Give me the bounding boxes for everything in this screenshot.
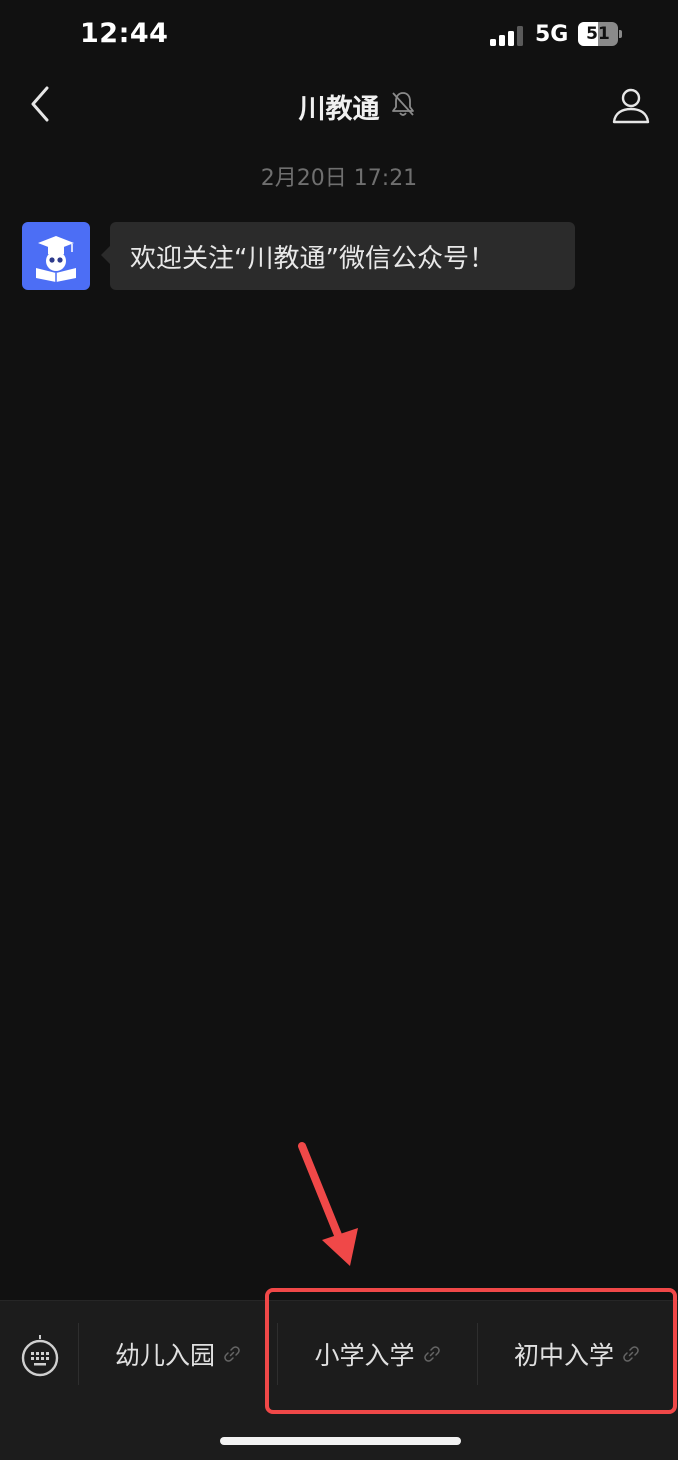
battery-icon: 51 <box>578 22 622 46</box>
keyboard-toggle-button[interactable] <box>18 1331 62 1381</box>
profile-button[interactable] <box>608 82 654 128</box>
battery-level: 51 <box>586 24 610 44</box>
account-avatar[interactable] <box>22 222 90 290</box>
message-timestamp: 2月20日 17:21 <box>260 166 418 191</box>
home-indicator[interactable] <box>220 1437 461 1445</box>
signal-strength-icon <box>490 26 524 46</box>
annotation-highlight-box <box>265 1288 677 1414</box>
menu-item-label: 幼儿入园 <box>114 1341 215 1370</box>
status-bar: 12:44 5G 51 <box>0 0 678 70</box>
page-title: 川教通 <box>298 94 380 125</box>
network-type: 5G <box>535 22 569 47</box>
person-icon <box>612 88 650 124</box>
menu-item-kindergarten[interactable]: 幼儿入园 <box>79 1323 277 1385</box>
annotation-arrow <box>298 1142 358 1266</box>
nav-bar: 川教通 <box>0 70 678 140</box>
status-time: 12:44 <box>80 18 169 49</box>
link-icon <box>224 1346 240 1362</box>
bell-muted-icon <box>392 92 414 116</box>
message-bubble[interactable]: 欢迎关注“川教通”微信公众号！ <box>101 222 575 290</box>
graduate-book-avatar-icon <box>36 236 76 282</box>
keyboard-icon <box>21 1335 59 1377</box>
